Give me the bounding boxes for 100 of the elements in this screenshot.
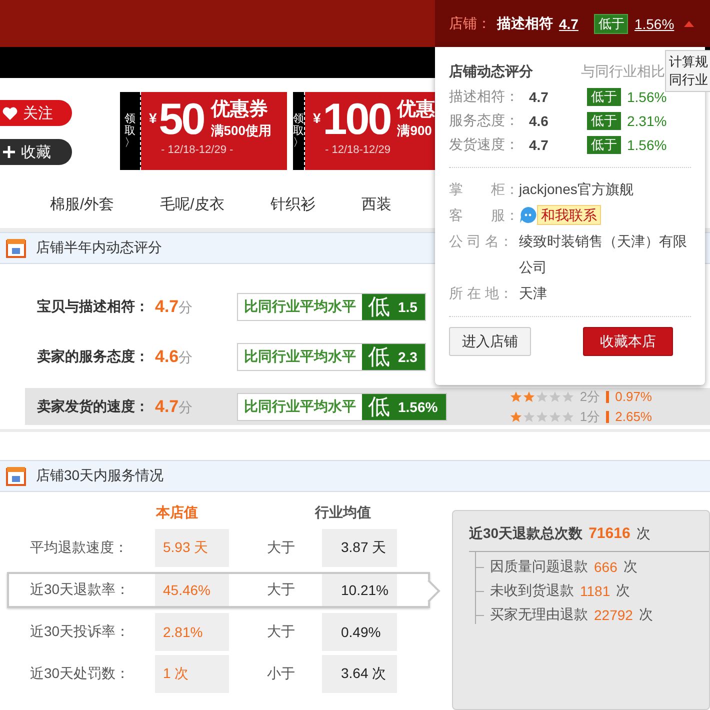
coupon-tab-label: 领取〉	[124, 112, 136, 150]
lower-badge: 低于	[587, 88, 621, 106]
lower-badge: 低于	[587, 112, 621, 130]
coupon-title: 优惠	[397, 98, 435, 122]
star-label: 2分	[580, 388, 600, 406]
star-percent: 2.65%	[615, 409, 652, 424]
score-label: 描述相符：	[449, 88, 520, 106]
percent-bar	[606, 410, 610, 422]
star-icon	[548, 390, 561, 402]
refund-reason: 因质量问题退款	[490, 558, 588, 576]
star-icon	[536, 390, 548, 402]
refund-reason: 买家无理由退款	[490, 606, 588, 624]
section-title: 店铺30天内服务情况	[36, 467, 164, 485]
shop-value: 1 次	[155, 655, 229, 693]
refund-unit: 次	[623, 558, 638, 576]
star-label: 1分	[580, 408, 600, 426]
shop-value: 45.46%	[155, 574, 229, 606]
metric-label: 描述相符	[497, 14, 553, 32]
coupon-amount: 100	[322, 98, 390, 142]
summary-title: 近30天退款总次数	[469, 525, 583, 543]
industry-value: 0.49%	[322, 613, 397, 651]
level-text: 低	[368, 342, 390, 370]
row-label: 平均退款速度：	[29, 539, 129, 557]
star-icon	[562, 390, 574, 402]
info-label: 公 司 名：	[449, 232, 514, 251]
section-title: 店铺半年内动态评分	[36, 239, 162, 257]
shop-value: 2.81%	[155, 613, 229, 651]
star-icon	[562, 410, 574, 422]
industry-value: 3.87 天	[322, 529, 397, 567]
popup-title: 店铺动态评分	[449, 63, 534, 81]
star-icon	[536, 410, 548, 422]
rating-label: 卖家发货的速度：	[37, 398, 150, 416]
refund-count: 22792	[594, 607, 633, 623]
currency-sign: ¥	[313, 110, 321, 126]
favorite-store-button[interactable]: 收藏本店	[583, 327, 673, 356]
calendar-icon	[6, 238, 26, 258]
info-label: 掌 柜：	[449, 180, 519, 199]
heart-icon	[2, 106, 18, 120]
category-link[interactable]: 针织衫	[270, 194, 316, 214]
coupon-amount: 50	[158, 98, 204, 142]
rating-score: 4.7分	[155, 296, 194, 316]
comparison-text: 小于	[266, 665, 296, 683]
row-label: 近30天处罚数：	[29, 665, 131, 683]
enter-store-button[interactable]: 进入店铺	[449, 327, 531, 356]
column-header: 本店值	[154, 504, 199, 522]
metric-score: 4.7	[559, 16, 578, 32]
currency-sign: ¥	[149, 110, 157, 126]
level-text: 低	[368, 392, 390, 420]
refund-unit: 次	[638, 606, 653, 624]
coupon-tab-label: 领取〉	[293, 112, 304, 150]
score-label: 服务态度：	[449, 112, 520, 130]
rating-label: 宝贝与描述相符：	[37, 298, 150, 316]
category-link[interactable]: 棉服/外套	[50, 194, 114, 214]
shop-value: 5.93 天	[155, 529, 229, 567]
follow-button[interactable]: 关注	[0, 100, 72, 126]
level-percent: 1.5	[398, 298, 418, 314]
score-percent: 1.56%	[627, 89, 667, 105]
row-label: 近30天投诉率：	[29, 623, 131, 641]
level-percent: 2.3	[398, 348, 418, 364]
industry-value: 10.21%	[322, 574, 397, 606]
level-percent: 1.56%	[398, 398, 438, 414]
score-percent: 2.31%	[627, 113, 667, 129]
coupon-condition: 满500使用	[210, 122, 272, 140]
favorite-button[interactable]: 收藏	[0, 139, 72, 165]
rating-score: 4.7分	[155, 396, 194, 416]
industry-value: 3.64 次	[322, 655, 397, 693]
lower-badge: 低于	[594, 14, 628, 34]
score-percent: 1.56%	[627, 137, 667, 153]
metric-percent: 1.56%	[634, 16, 674, 32]
calendar-icon	[6, 466, 26, 486]
refund-count: 1181	[580, 583, 610, 599]
score-value: 4.7	[529, 89, 550, 105]
comparison-text: 大于	[266, 623, 296, 641]
lower-badge: 低于	[587, 136, 621, 154]
chat-bubble-icon	[519, 206, 537, 224]
star-percent: 0.97%	[615, 389, 652, 404]
tooltip-text: 同行业	[669, 71, 708, 89]
comparison-label: 比同行业平均水平	[243, 396, 357, 416]
star-icon	[522, 410, 535, 422]
comparison-label: 比同行业平均水平	[243, 296, 357, 316]
info-value: jackjones官方旗舰	[519, 180, 634, 199]
row-label: 近30天退款率：	[29, 581, 131, 599]
category-link[interactable]: 西装	[361, 194, 392, 214]
score-value: 4.7	[529, 137, 550, 153]
info-value: 天津	[519, 284, 547, 303]
tooltip-text: 计算规	[669, 53, 708, 71]
comparison-text: 大于	[266, 581, 296, 599]
plus-icon	[2, 145, 16, 159]
shop-label: 店铺：	[449, 14, 491, 32]
refund-unit: 次	[616, 582, 630, 600]
info-label: 所 在 地：	[449, 284, 514, 303]
coupon-condition: 满900	[397, 122, 433, 140]
category-link[interactable]: 毛呢/皮衣	[160, 194, 224, 214]
contact-link[interactable]: 和我联系	[537, 205, 601, 225]
comparison-text: 大于	[266, 539, 296, 557]
comparison-label: 比同行业平均水平	[243, 346, 357, 366]
score-label: 发货速度：	[449, 136, 520, 154]
refund-reason: 未收到货退款	[490, 582, 574, 600]
caret-icon	[684, 20, 694, 28]
percent-bar	[606, 390, 610, 402]
